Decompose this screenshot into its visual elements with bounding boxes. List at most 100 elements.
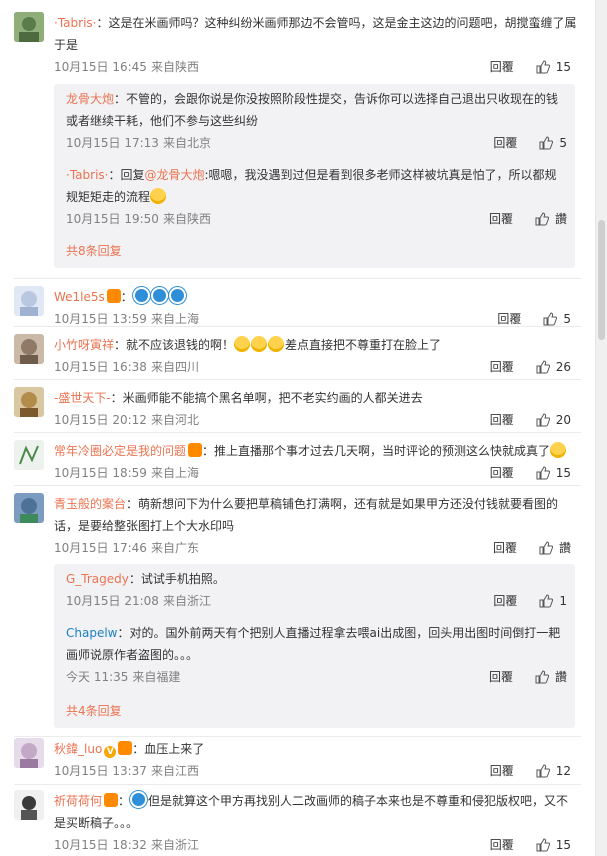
comment-text: -盛世天下-：米画师能不能搞个黑名单啊，把不老实约画的人都关进去 <box>54 391 423 405</box>
like-button[interactable]: 讚 <box>535 208 567 230</box>
like-button[interactable]: 20 <box>536 409 571 431</box>
thumbs-up-icon <box>539 136 554 150</box>
divider <box>14 784 581 785</box>
avatar[interactable] <box>14 790 44 820</box>
thumbs-up-icon <box>536 413 550 427</box>
comment-text: 祈荷荷何：但是就算这个甲方再找别人二改画师的稿子本来也是不尊重和侵犯版权吧，又不… <box>54 790 579 834</box>
member-badge-icon <box>188 443 203 457</box>
timestamp: 10月15日 18:32 <box>54 838 147 852</box>
reply-button[interactable]: 回覆 <box>489 208 513 230</box>
member-badge-icon <box>106 289 121 303</box>
timestamp: 10月15日 16:38 <box>54 360 147 374</box>
comment-meta: 10月15日 16:45 来自陕西 回覆 15 <box>54 56 579 78</box>
reply-button[interactable]: 回覆 <box>493 537 517 559</box>
mention-link[interactable]: @龙骨大炮 <box>144 168 204 182</box>
like-button[interactable]: 12 <box>536 760 571 782</box>
more-replies-link[interactable]: 共8条回复 <box>66 240 122 262</box>
reply-meta: 今天 11:35 来自福建 回覆 讚 <box>66 666 575 688</box>
like-count: 15 <box>555 838 571 852</box>
timestamp: 10月15日 21:08 <box>66 594 159 608</box>
scrollbar-thumb[interactable] <box>598 220 605 340</box>
emoji-icon <box>150 188 167 204</box>
username[interactable]: 小竹呀寅祥 <box>54 338 114 352</box>
username[interactable]: 祈荷荷何 <box>54 794 102 808</box>
like-count: 20 <box>555 413 571 427</box>
avatar[interactable] <box>14 286 44 316</box>
username[interactable]: 龙骨大炮 <box>66 92 114 106</box>
comment-text: We1le5s： <box>54 286 579 308</box>
divider <box>14 432 581 433</box>
reply-box: G_Tragedy：试试手机拍照。 10月15日 21:08 来自浙江 回覆 1 … <box>54 564 575 728</box>
location: 来自广东 <box>150 541 199 555</box>
like-count: 讚 <box>554 670 567 684</box>
username[interactable]: 常年冷圈必定是我的问题 <box>54 444 186 458</box>
like-button[interactable]: 15 <box>536 56 571 78</box>
reply-meta: 10月15日 17:13 来自北京 回覆 5 <box>66 132 575 154</box>
comment-meta: 10月15日 13:37 来自江西 回覆 12 <box>54 760 579 782</box>
reply-button[interactable]: 回覆 <box>493 132 517 154</box>
like-count: 1 <box>559 594 567 608</box>
like-count: 讚 <box>558 541 571 555</box>
comment-text: 常年冷圈必定是我的问题 ：推上直播那个事才过去几天啊，当时评论的预测这么快就成真了 <box>54 440 579 462</box>
reply-button[interactable]: 回覆 <box>490 834 514 856</box>
reply-item: Chapelw：对的。国外前两天有个把别人直播过程拿去喂ai出成图，回头用出图时… <box>66 622 575 688</box>
thumbs-up-icon <box>536 764 550 778</box>
like-button[interactable]: 26 <box>536 356 571 378</box>
reply-item: ·Tabris·：回复@龙骨大炮:嗯嗯，我没遇到过但是看到很多老师这样被坑真是怕… <box>66 164 575 230</box>
username[interactable]: ·Tabris· <box>66 168 108 182</box>
like-button[interactable]: 5 <box>539 132 567 154</box>
divider <box>14 278 581 279</box>
reply-button[interactable]: 回覆 <box>490 409 514 431</box>
timestamp: 今天 11:35 <box>66 670 129 684</box>
avatar[interactable] <box>14 387 44 417</box>
username[interactable]: Chapelw <box>66 626 118 640</box>
reply-button[interactable]: 回覆 <box>490 356 514 378</box>
like-button[interactable]: 讚 <box>539 537 571 559</box>
avatar[interactable] <box>14 334 44 364</box>
reply-button[interactable]: 回覆 <box>489 666 513 688</box>
like-button[interactable]: 15 <box>536 462 571 484</box>
like-button[interactable]: 15 <box>536 834 571 856</box>
divider <box>14 326 581 327</box>
vertical-scrollbar[interactable] <box>596 0 607 856</box>
reply-button[interactable]: 回覆 <box>493 590 517 612</box>
like-button[interactable]: 讚 <box>535 666 567 688</box>
reply-meta: 10月15日 19:50 来自陕西 回覆 讚 <box>66 208 575 230</box>
comment-meta: 10月15日 20:12 来自河北 回覆 20 <box>54 409 579 431</box>
timestamp: 10月15日 13:59 <box>54 312 147 326</box>
username[interactable]: ·Tabris· <box>54 16 96 30</box>
location: 来自福建 <box>132 670 181 684</box>
emoji-icon <box>550 442 567 458</box>
reply-meta: 10月15日 21:08 来自浙江 回覆 1 <box>66 590 575 612</box>
divider <box>14 736 581 737</box>
comment-text: ·Tabris·：这是在米画师吗？这种纠纷米画师那边不会管吗，这是金主这边的问题… <box>54 16 577 52</box>
username[interactable]: -盛世天下- <box>54 391 111 405</box>
username[interactable]: 青玉般的案台 <box>54 497 126 511</box>
comment-text: 小竹呀寅祥：就不应该退钱的啊！ 差点直接把不尊重打在脸上了 <box>54 336 442 352</box>
username[interactable]: 秋鍏_luo <box>54 742 102 756</box>
avatar[interactable] <box>14 12 44 42</box>
location: 来自浙江 <box>162 594 211 608</box>
reply-button[interactable]: 回覆 <box>490 56 514 78</box>
username[interactable]: We1le5s <box>54 290 105 304</box>
comment-meta: 10月15日 18:32 来自浙江 回覆 15 <box>54 834 579 856</box>
like-button[interactable]: 1 <box>539 590 567 612</box>
thumbs-up-icon <box>536 466 550 480</box>
thumbs-up-icon <box>535 212 549 226</box>
avatar[interactable] <box>14 493 44 523</box>
location: 来自北京 <box>162 136 211 150</box>
divider <box>14 379 581 380</box>
timestamp: 10月15日 18:59 <box>54 466 147 480</box>
reply-text: 龙骨大炮：不管的，会跟你说是你没按照阶段性提交，告诉你可以选择自己退出只收现在的… <box>66 92 559 128</box>
reply-button[interactable]: 回覆 <box>490 760 514 782</box>
emoji-icon <box>168 287 186 304</box>
username[interactable]: G_Tragedy <box>66 572 129 586</box>
thumbs-up-icon <box>536 360 550 374</box>
more-replies-link[interactable]: 共4条回复 <box>66 700 122 722</box>
emoji-icon <box>268 336 285 352</box>
avatar[interactable] <box>14 440 44 470</box>
avatar[interactable] <box>14 738 44 768</box>
like-count: 15 <box>555 466 571 480</box>
comment-meta: 10月15日 17:46 来自广东 回覆 讚 <box>54 537 579 559</box>
reply-button[interactable]: 回覆 <box>490 462 514 484</box>
